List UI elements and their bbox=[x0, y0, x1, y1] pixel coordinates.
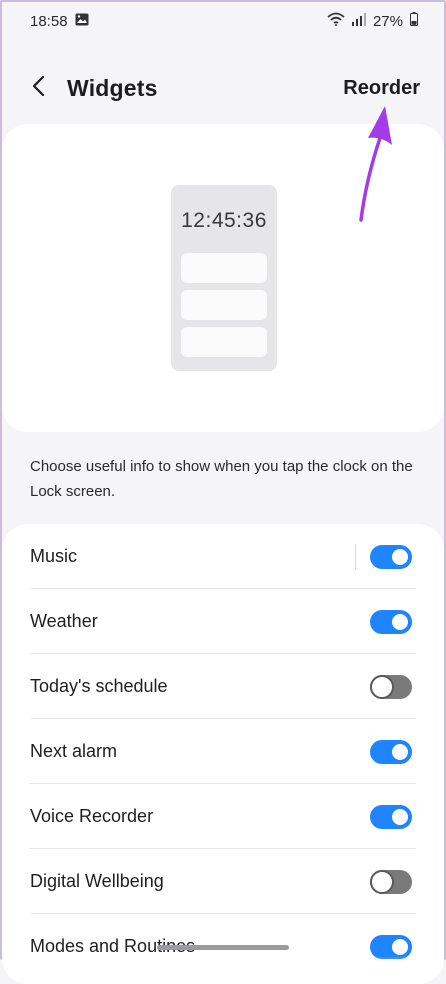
lock-screen-preview-card: 12:45:36 bbox=[2, 124, 444, 432]
back-button[interactable] bbox=[24, 74, 52, 102]
toggle-knob bbox=[390, 547, 410, 567]
widget-list: Music Weather Today's schedule Next alar… bbox=[2, 524, 444, 984]
music-toggle[interactable] bbox=[370, 545, 412, 569]
toggle-knob bbox=[390, 612, 410, 632]
widget-slot bbox=[181, 327, 267, 357]
battery-icon bbox=[410, 12, 418, 30]
widget-row-weather[interactable]: Weather bbox=[2, 589, 444, 654]
voice-recorder-toggle[interactable] bbox=[370, 805, 412, 829]
next-alarm-toggle[interactable] bbox=[370, 740, 412, 764]
scroll-fade bbox=[2, 956, 444, 984]
widget-slot bbox=[181, 290, 267, 320]
toggle-knob bbox=[390, 742, 410, 762]
preview-clock: 12:45:36 bbox=[181, 209, 267, 232]
toggle-knob bbox=[370, 675, 394, 699]
divider bbox=[355, 544, 356, 570]
gallery-icon bbox=[75, 13, 89, 30]
status-time: 18:58 bbox=[30, 12, 68, 30]
digital-wellbeing-toggle[interactable] bbox=[370, 870, 412, 894]
widget-row-digital-wellbeing[interactable]: Digital Wellbeing bbox=[2, 849, 444, 914]
widget-label: Music bbox=[30, 546, 78, 566]
widget-slot bbox=[181, 253, 267, 283]
widget-row-todays-schedule[interactable]: Today's schedule bbox=[2, 654, 444, 719]
gesture-nav-handle[interactable] bbox=[157, 945, 289, 950]
chevron-left-icon bbox=[31, 75, 45, 102]
widget-row-voice-recorder[interactable]: Voice Recorder bbox=[2, 784, 444, 849]
status-bar: 18:58 27% bbox=[0, 0, 446, 42]
widget-label: Voice Recorder bbox=[30, 806, 154, 826]
toggle-knob bbox=[390, 937, 410, 957]
widget-label: Next alarm bbox=[30, 741, 118, 761]
page-title: Widgets bbox=[67, 75, 158, 101]
wifi-icon bbox=[327, 12, 345, 30]
todays-schedule-toggle[interactable] bbox=[370, 675, 412, 699]
reorder-button[interactable]: Reorder bbox=[343, 77, 420, 100]
toggle-knob bbox=[370, 870, 394, 894]
signal-icon bbox=[351, 12, 366, 30]
widget-row-next-alarm[interactable]: Next alarm bbox=[2, 719, 444, 784]
widgets-description: Choose useful info to show when you tap … bbox=[30, 458, 413, 500]
weather-toggle[interactable] bbox=[370, 610, 412, 634]
toggle-knob bbox=[390, 807, 410, 827]
widget-label: Weather bbox=[30, 611, 98, 631]
widget-row-music[interactable]: Music bbox=[2, 524, 444, 589]
widget-label: Digital Wellbeing bbox=[30, 871, 164, 891]
app-header: Widgets Reorder bbox=[0, 62, 446, 114]
battery-percent: 27% bbox=[372, 12, 403, 30]
phone-preview: 12:45:36 bbox=[171, 185, 277, 371]
widget-label: Today's schedule bbox=[30, 676, 168, 696]
